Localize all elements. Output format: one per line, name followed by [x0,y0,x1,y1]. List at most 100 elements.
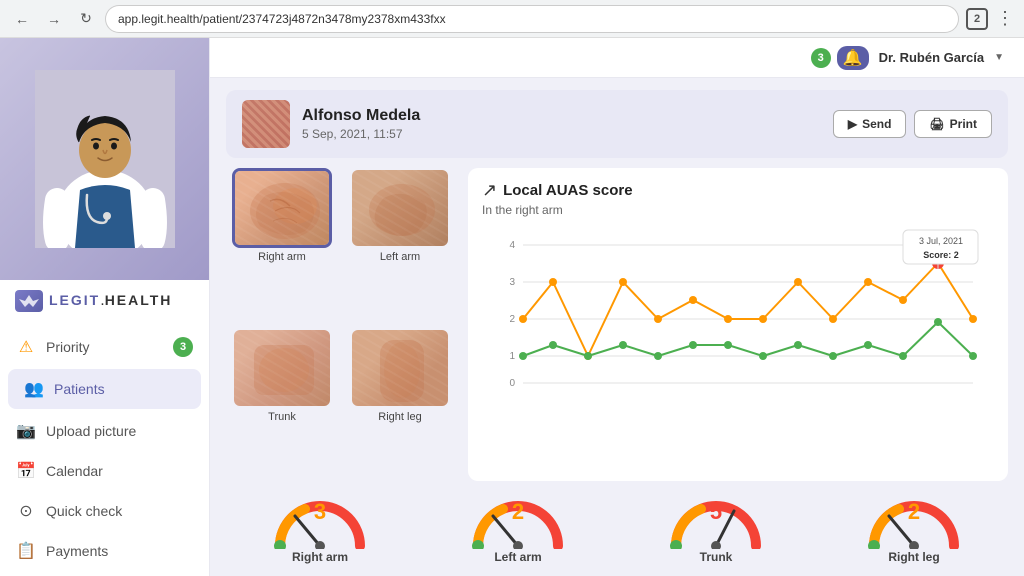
sidebar-quickcheck-label: Quick check [46,503,122,519]
mid-section: Right arm Left arm [226,168,1008,481]
chart-title: Local AUAS score [503,182,633,199]
sidebar: LEGIT.HEALTH ⚠ Priority 3 👥 Patients 📷 U… [0,38,210,576]
sidebar-upload-label: Upload picture [46,423,136,439]
body-map: Right arm Left arm [226,168,456,481]
gauges-row: 3 Right arm 2 [226,491,1008,564]
patient-header: Alfonso Medela 5 Sep, 2021, 11:57 ▶ Send… [226,90,1008,158]
priority-badge: 3 [173,337,193,357]
patient-thumbnail [242,100,290,148]
gauge-label-left-arm: Left arm [494,550,541,564]
left-arm-label: Left arm [380,251,420,263]
camera-icon: 📷 [16,421,36,441]
patient-actions: ▶ Send 🖨 Print [833,110,992,138]
main-content: 3 🔔 Dr. Rubén García ▼ Alfonso Medela 5 … [210,38,1024,576]
gauge-wrap-left-arm: 2 [468,491,568,546]
logo-text: LEGIT.HEALTH [49,292,172,310]
gauge-label-right-leg: Right leg [888,550,939,564]
logo-icon [15,290,43,312]
print-icon: 🖨 [929,117,944,131]
gauge-label-trunk: Trunk [700,550,733,564]
svg-text:2: 2 [509,314,515,325]
payments-icon: 📋 [16,541,36,561]
doctor-name: Dr. Rubén García [879,50,984,65]
tab-count: 2 [966,8,988,30]
sidebar-item-priority[interactable]: ⚠ Priority 3 [0,327,209,367]
chart-subtitle: In the right arm [482,203,994,217]
sidebar-item-upload[interactable]: 📷 Upload picture [0,411,209,451]
body-part-img-left-arm [350,168,450,248]
sidebar-item-quickcheck[interactable]: ⊙ Quick check [0,491,209,531]
forward-button[interactable]: → [42,7,66,31]
gauge-wrap-right-leg: 2 [864,491,964,546]
svg-text:1: 1 [509,351,515,362]
url-bar[interactable] [106,6,958,32]
body-part-img-right-arm [232,168,332,248]
sidebar-item-payments[interactable]: 📋 Payments [0,531,209,571]
sidebar-navigation: ⚠ Priority 3 👥 Patients 📷 Upload picture… [0,322,209,576]
patient-avatar-area [0,38,209,280]
gauge-value-right-arm: 3 [314,499,326,525]
body-part-trunk[interactable]: Trunk [226,328,338,482]
right-leg-label: Right leg [378,411,421,423]
reload-button[interactable]: ↻ [74,7,98,31]
warning-icon: ⚠ [16,337,36,357]
browser-menu-button[interactable]: ⋮ [996,8,1014,29]
body-part-img-right-leg [350,328,450,408]
patients-icon: 👥 [24,379,44,399]
notification-area: 3 🔔 [811,46,869,70]
print-button[interactable]: 🖨 Print [914,110,992,138]
svg-text:3 Jul, 2021: 3 Jul, 2021 [919,236,963,246]
doctor-dropdown-arrow[interactable]: ▼ [994,52,1004,63]
gauge-wrap-trunk: 5 [666,491,766,546]
svg-text:3: 3 [509,277,515,288]
patient-date: 5 Sep, 2021, 11:57 [302,127,821,141]
send-button[interactable]: ▶ Send [833,110,907,138]
bell-icon[interactable]: 🔔 [837,46,869,70]
skin-texture-right-arm [235,171,329,245]
gauge-value-right-leg: 2 [908,499,920,525]
top-bar: 3 🔔 Dr. Rubén García ▼ [210,38,1024,78]
back-button[interactable]: ← [10,7,34,31]
gauge-trunk: 5 Trunk [666,491,766,564]
body-part-right-leg[interactable]: Right leg [344,328,456,482]
svg-text:Score: 2: Score: 2 [923,250,959,260]
send-icon: ▶ [848,117,857,131]
gauge-left-arm: 2 Left arm [468,491,568,564]
patient-thumb-skin [242,100,290,148]
logo-legit: LEGIT [49,292,100,308]
body-part-img-trunk [232,328,332,408]
trunk-label: Trunk [268,411,296,423]
skin-texture-right-leg [352,330,448,406]
svg-text:4: 4 [509,240,515,251]
chart-title-row: ↗ Local AUAS score [482,180,994,201]
calendar-icon: 📅 [16,461,36,481]
content-area: Alfonso Medela 5 Sep, 2021, 11:57 ▶ Send… [210,78,1024,576]
chart-svg: 4 3 2 1 0 [482,225,994,395]
notification-count: 3 [811,48,831,68]
right-arm-label: Right arm [258,251,306,263]
sidebar-priority-label: Priority [46,339,90,355]
patient-name: Alfonso Medela [302,107,821,125]
chart-area: ↗ Local AUAS score In the right arm [468,168,1008,481]
gauge-wrap-right-arm: 3 [270,491,370,546]
sidebar-item-calendar[interactable]: 📅 Calendar [0,451,209,491]
logo-health: HEALTH [105,292,173,308]
browser-chrome: ← → ↻ 2 ⋮ [0,0,1024,38]
svg-text:0: 0 [509,378,515,389]
skin-texture-left-arm [352,170,448,246]
gauge-label-right-arm: Right arm [292,550,348,564]
body-part-left-arm[interactable]: Left arm [344,168,456,322]
sidebar-item-patients[interactable]: 👥 Patients [8,369,201,409]
chart-svg-wrapper: 4 3 2 1 0 [482,225,994,395]
gauge-right-leg: 2 Right leg [864,491,964,564]
gauge-value-trunk: 5 [710,499,722,525]
logo: LEGIT.HEALTH [0,280,209,322]
chart-trend-icon: ↗ [482,180,497,201]
doctor-illustration [35,70,175,248]
gauge-right-arm: 3 Right arm [270,491,370,564]
sidebar-payments-label: Payments [46,543,108,559]
gauge-value-left-arm: 2 [512,499,524,525]
body-part-right-arm[interactable]: Right arm [226,168,338,322]
skin-texture-trunk [234,330,330,406]
sidebar-calendar-label: Calendar [46,463,103,479]
